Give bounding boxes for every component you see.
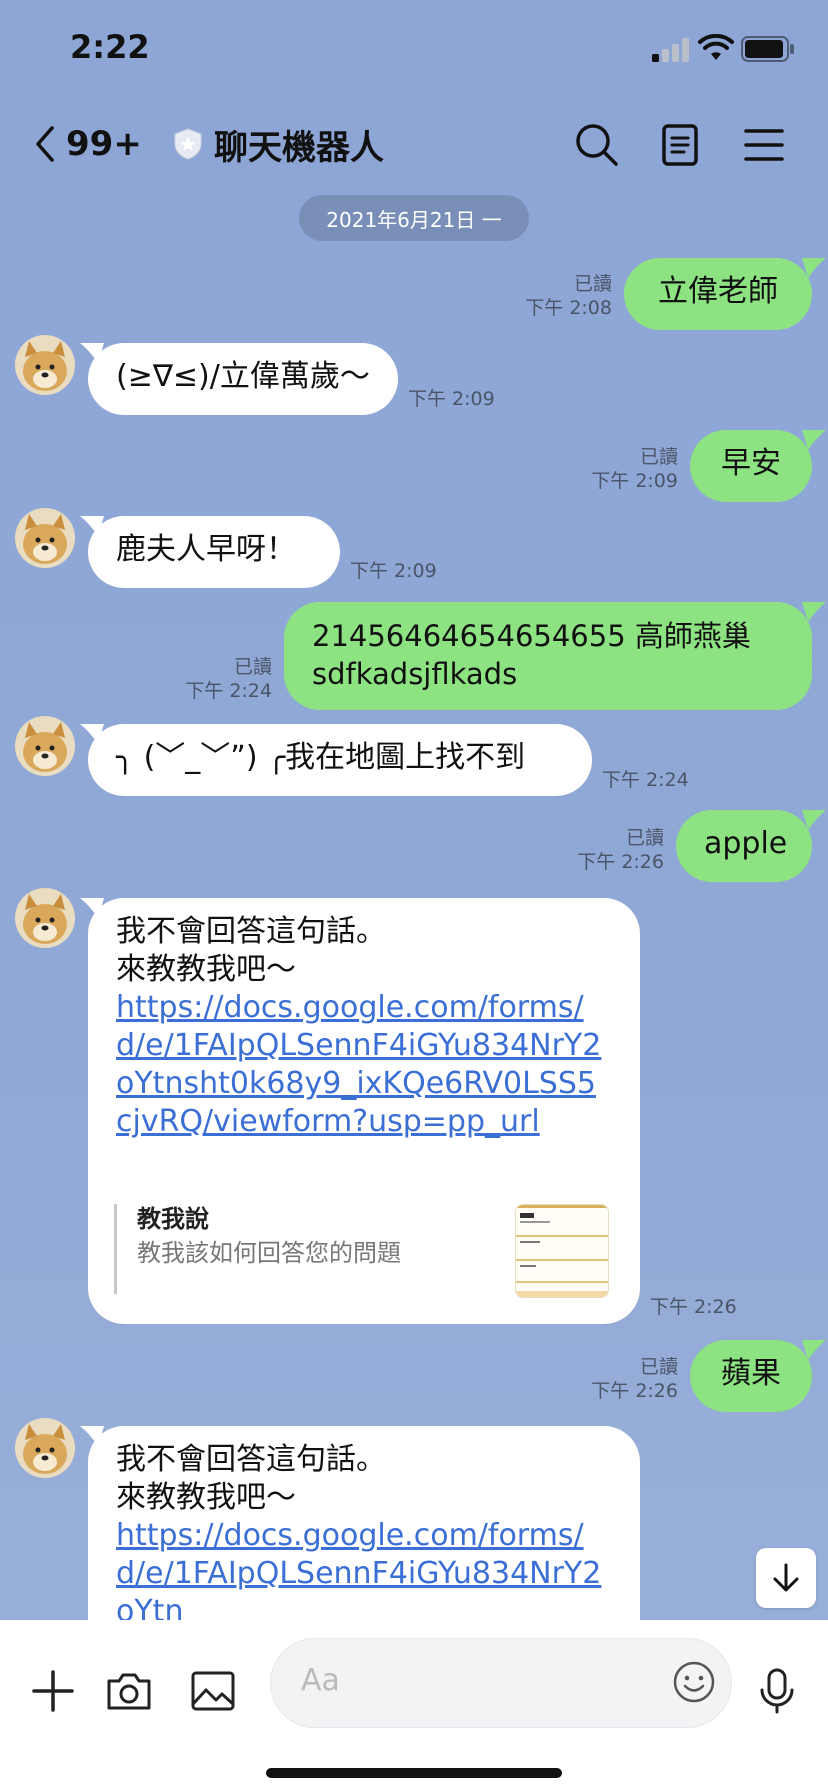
avatar[interactable] <box>15 716 75 776</box>
message-meta: 已讀 下午 2:08 <box>500 272 612 320</box>
message-input[interactable]: Aa <box>270 1638 732 1728</box>
read-receipt: 已讀 <box>639 1356 678 1378</box>
link-preview-thumbnail <box>515 1204 609 1298</box>
message-bubble[interactable]: 21456464654654655 高師燕巢 sdfkadsjflkads <box>284 602 812 710</box>
verified-shield-icon <box>174 128 202 160</box>
chat-title-area[interactable]: 聊天機器人 <box>172 120 384 168</box>
message-meta: 已讀 下午 2:26 <box>552 826 664 874</box>
message-text: 來教教我吧～ <box>116 952 296 987</box>
message-meta: 已讀 下午 2:24 <box>160 655 272 703</box>
message-bubble[interactable]: 我不會回答這句話。 來教教我吧～ https://docs.google.com… <box>88 1426 640 1620</box>
form-thumbnail-icon <box>516 1205 608 1297</box>
message-bubble[interactable]: ╮ (﹀_﹀”) ╭我在地圖上找不到 <box>88 724 592 796</box>
message-bubble[interactable]: 早安 <box>690 430 812 502</box>
message-meta: 已讀 下午 2:26 <box>566 1355 678 1403</box>
wifi-icon <box>698 34 734 60</box>
chat-title: 聊天機器人 <box>214 127 384 168</box>
bubble-tail <box>80 724 104 744</box>
message-bubble[interactable]: 立偉老師 <box>624 258 812 330</box>
message-text: 我不會回答這句話。 <box>116 914 386 949</box>
bubble-tail <box>80 516 104 536</box>
bubble-tail <box>80 343 104 363</box>
plus-icon[interactable] <box>28 1666 78 1716</box>
input-placeholder: Aa <box>301 1663 340 1698</box>
message-bubble[interactable]: 鹿夫人早呀！ <box>88 516 340 588</box>
bubble-tail <box>802 1340 826 1360</box>
menu-icon[interactable] <box>741 122 787 168</box>
message-text: 來教教我吧～ <box>116 1480 296 1515</box>
avatar[interactable] <box>15 335 75 395</box>
battery-icon <box>741 36 794 62</box>
chat-header: 99+ 聊天機器人 <box>0 100 828 190</box>
bubble-tail <box>80 898 104 918</box>
message-composer: Aa <box>0 1620 828 1792</box>
scroll-to-bottom-button[interactable] <box>756 1548 816 1608</box>
message-time: 下午 2:09 <box>408 388 495 410</box>
doge-avatar-icon <box>15 888 75 948</box>
search-icon[interactable] <box>574 122 620 168</box>
message-text: 21456464654654655 高師燕巢 <box>312 619 751 653</box>
bubble-tail <box>802 810 826 830</box>
message-text: 蘋果 <box>721 1356 781 1391</box>
microphone-icon[interactable] <box>752 1666 802 1716</box>
chevron-left-icon <box>36 126 54 162</box>
read-receipt: 已讀 <box>233 656 272 678</box>
doge-avatar-icon <box>15 335 75 395</box>
message-text: apple <box>704 826 788 861</box>
doge-avatar-icon <box>15 1418 75 1478</box>
bubble-tail <box>802 602 826 622</box>
home-indicator <box>266 1768 562 1778</box>
status-time: 2:22 <box>70 28 150 66</box>
read-receipt: 已讀 <box>625 827 664 849</box>
message-bubble[interactable]: (≥∇≤)/立偉萬歲～ <box>88 343 398 415</box>
emoji-icon[interactable] <box>671 1659 717 1705</box>
bubble-tail <box>802 430 826 450</box>
message-time: 下午 2:09 <box>591 470 678 492</box>
message-bubble[interactable]: 我不會回答這句話。 來教教我吧～ https://docs.google.com… <box>88 898 640 1324</box>
date-divider: 2021年6月21日 一 <box>299 195 529 241</box>
bubble-tail <box>802 258 826 278</box>
link-preview[interactable]: 教我說 教我該如何回答您的問題 <box>114 1204 609 1298</box>
avatar[interactable] <box>15 508 75 568</box>
message-time: 下午 2:08 <box>525 297 612 319</box>
message-time: 下午 2:09 <box>350 560 437 582</box>
message-text: sdfkadsjflkads <box>312 657 518 691</box>
message-time: 下午 2:26 <box>577 851 664 873</box>
doge-avatar-icon <box>15 508 75 568</box>
camera-icon[interactable] <box>104 1666 154 1716</box>
avatar[interactable] <box>15 1418 75 1478</box>
message-text: 鹿夫人早呀！ <box>116 532 296 567</box>
message-link[interactable]: https://docs.google.com/forms/d/e/1FAIpQ… <box>116 989 612 1141</box>
message-text: 早安 <box>721 446 781 481</box>
message-text: ╮ (﹀_﹀”) ╭我在地圖上找不到 <box>116 740 526 775</box>
message-text: 我不會回答這句話。 <box>116 1442 386 1477</box>
message-text: 立偉老師 <box>658 274 778 309</box>
avatar[interactable] <box>15 888 75 948</box>
image-icon[interactable] <box>188 1666 238 1716</box>
message-link[interactable]: https://docs.google.com/forms/d/e/1FAIpQ… <box>116 1517 612 1620</box>
unread-count: 99+ <box>66 124 142 164</box>
message-time: 下午 2:26 <box>650 1296 737 1318</box>
message-text: (≥∇≤)/立偉萬歲～ <box>116 359 370 394</box>
bubble-tail <box>80 1426 104 1446</box>
message-time: 下午 2:24 <box>185 680 272 702</box>
notes-icon[interactable] <box>657 122 703 168</box>
message-time: 下午 2:24 <box>602 769 689 791</box>
message-meta: 已讀 下午 2:09 <box>566 445 678 493</box>
doge-avatar-icon <box>15 716 75 776</box>
message-time: 下午 2:26 <box>591 1380 678 1402</box>
back-button[interactable]: 99+ <box>30 120 150 168</box>
read-receipt: 已讀 <box>639 446 678 468</box>
message-bubble[interactable]: apple <box>676 810 812 882</box>
cellular-signal-icon <box>652 38 689 62</box>
message-bubble[interactable]: 蘋果 <box>690 1340 812 1412</box>
read-receipt: 已讀 <box>573 273 612 295</box>
arrow-down-icon <box>773 1563 799 1592</box>
status-bar: 2:22 <box>0 0 828 100</box>
